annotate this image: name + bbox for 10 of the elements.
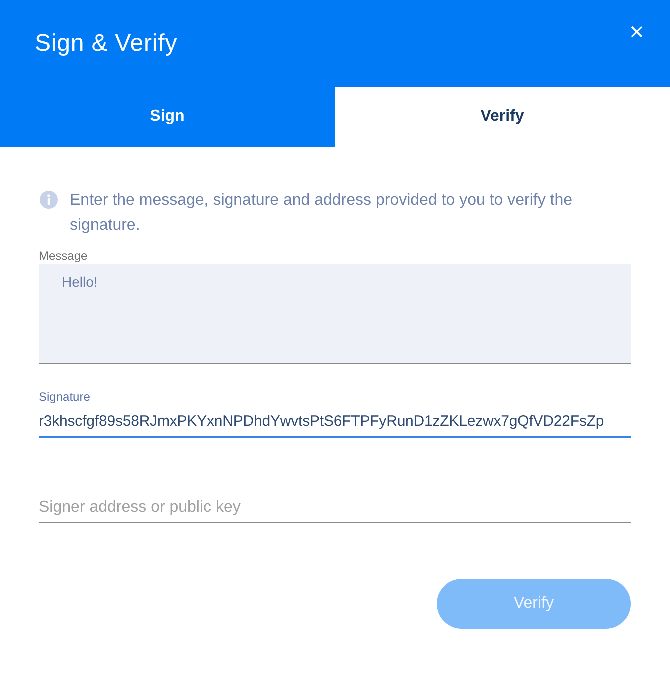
dialog-title: Sign & Verify <box>35 30 178 58</box>
field-label: Signature <box>39 389 90 405</box>
signature-field[interactable]: r3khscfgf89s58RJmxPKYxnNPDhdYwvtsPtS6FTPFyRunD1zZKLezwx7gQfVD22FsZp <box>39 405 631 438</box>
info-icon <box>40 191 58 209</box>
info-text: Enter the message, signature and address provided to you to verify the signature. <box>70 191 574 236</box>
close-icon[interactable] <box>631 26 643 38</box>
field-label: Message <box>39 248 88 264</box>
message-field[interactable]: Hello! <box>39 264 631 364</box>
tab[interactable]: Verify <box>335 87 670 147</box>
address-field[interactable]: Signer address or public key <box>39 490 631 523</box>
